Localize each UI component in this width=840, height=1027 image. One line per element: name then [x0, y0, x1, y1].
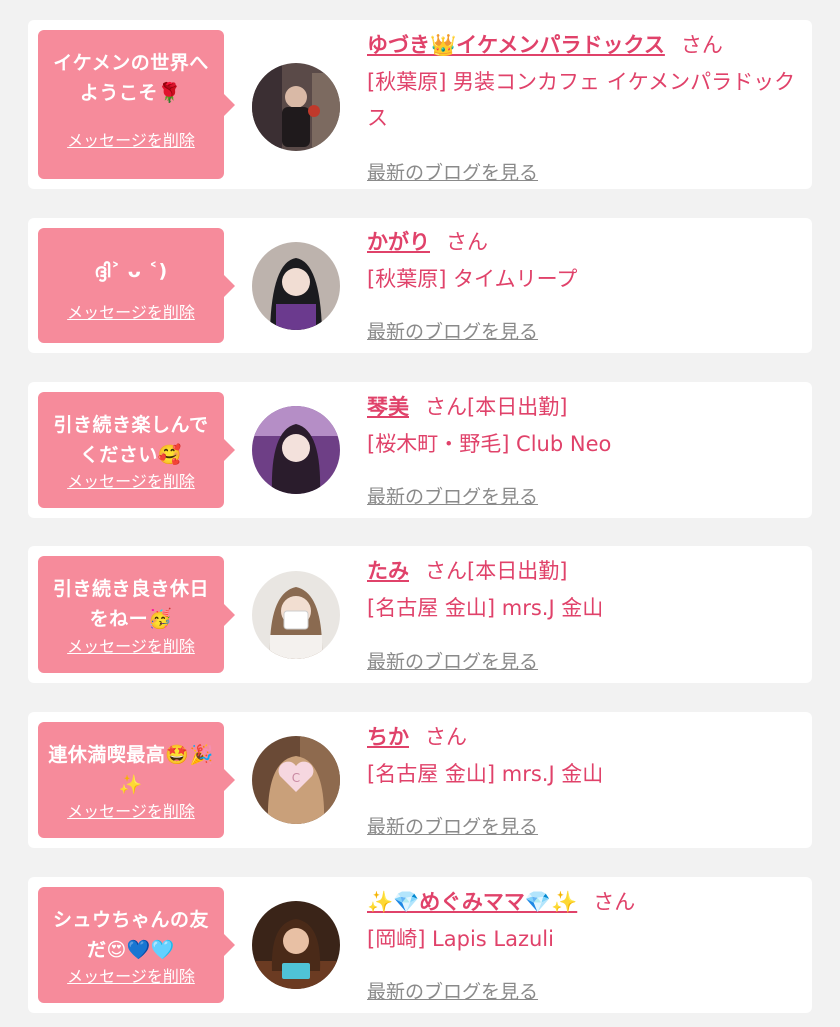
delete-message-link[interactable]: メッセージを削除 — [38, 798, 224, 822]
message-bubble: ദ്ദി˃ ᴗ ˂) メッセージを削除 — [38, 228, 235, 343]
honorific: さん — [425, 559, 467, 583]
message-text: イケメンの世界へようこそ🌹 — [53, 52, 209, 104]
view-blog-link[interactable]: 最新のブログを見る — [367, 647, 538, 674]
list-item: 連休満喫最高🤩🎉✨ メッセージを削除 C ちか さん [名古屋 金山] mrs.J… — [28, 712, 812, 848]
cast-name-link[interactable]: 琴美 — [367, 395, 409, 419]
message-text: 引き続き良き休日をねー🥳 — [52, 578, 209, 630]
message-bubble: 連休満喫最高🤩🎉✨ メッセージを削除 — [38, 722, 235, 838]
message-bubble: イケメンの世界へようこそ🌹 メッセージを削除 — [38, 30, 235, 179]
shop-info: ✨💎めぐみママ💎✨ さん [岡崎] Lapis Lazuli 最新のブログを見る — [367, 885, 802, 1003]
shop-name: [秋葉原] タイムリープ — [367, 267, 578, 291]
avatar[interactable] — [252, 406, 340, 494]
delete-message-link[interactable]: メッセージを削除 — [38, 127, 224, 151]
honorific: さん — [446, 230, 488, 254]
list-item: 引き続き楽しんでください🥰 メッセージを削除 琴美 さん[本日出勤] [桜木町・野… — [28, 382, 812, 518]
view-blog-link[interactable]: 最新のブログを見る — [367, 158, 538, 185]
avatar[interactable] — [252, 242, 340, 330]
view-blog-link[interactable]: 最新のブログを見る — [367, 482, 538, 509]
delete-message-link[interactable]: メッセージを削除 — [38, 299, 224, 323]
profile-photo-icon — [252, 901, 340, 989]
shop-info: かがり さん [秋葉原] タイムリープ 最新のブログを見る — [367, 225, 802, 343]
shop-name: [秋葉原] 男装コンカフェ イケメンパラドックス — [367, 70, 796, 130]
avatar[interactable]: C — [252, 736, 340, 824]
profile-photo-icon — [252, 406, 340, 494]
shop-info: ゆづき👑イケメンパラドックス さん [秋葉原] 男装コンカフェ イケメンパラドック… — [367, 28, 802, 184]
list-item: イケメンの世界へようこそ🌹 メッセージを削除 ゆづき👑イケメンパラドックス さん … — [28, 20, 812, 189]
profile-photo-icon — [252, 242, 340, 330]
delete-message-link[interactable]: メッセージを削除 — [38, 963, 224, 987]
message-bubble: 引き続き楽しんでください🥰 メッセージを削除 — [38, 392, 235, 508]
honorific: さん — [425, 725, 467, 749]
list-item: ദ്ദി˃ ᴗ ˂) メッセージを削除 かがり さん [秋葉原] タイムリープ 最… — [28, 218, 812, 353]
avatar[interactable] — [252, 901, 340, 989]
shop-name: [岡崎] Lapis Lazuli — [367, 927, 554, 951]
cast-name-link[interactable]: ちか — [367, 725, 409, 749]
view-blog-link[interactable]: 最新のブログを見る — [367, 977, 538, 1004]
message-bubble: 引き続き良き休日をねー🥳 メッセージを削除 — [38, 556, 235, 673]
shop-name: [桜木町・野毛] Club Neo — [367, 432, 612, 456]
list-item: シュウちゃんの友だ😍💙🩵 メッセージを削除 ✨💎めぐみママ💎✨ さん [岡崎] L… — [28, 877, 812, 1013]
profile-photo-icon — [252, 63, 340, 151]
message-list: イケメンの世界へようこそ🌹 メッセージを削除 ゆづき👑イケメンパラドックス さん … — [0, 0, 840, 1027]
honorific: さん — [680, 33, 723, 57]
svg-text:C: C — [292, 771, 300, 785]
shop-name: [名古屋 金山] mrs.J 金山 — [367, 762, 604, 786]
cast-name-link[interactable]: たみ — [367, 559, 409, 583]
delete-message-link[interactable]: メッセージを削除 — [38, 633, 224, 657]
message-bubble: シュウちゃんの友だ😍💙🩵 メッセージを削除 — [38, 887, 235, 1003]
attendance-status: [本日出勤] — [467, 395, 568, 419]
shop-info: 琴美 さん[本日出勤] [桜木町・野毛] Club Neo 最新のブログを見る — [367, 390, 802, 508]
attendance-status: [本日出勤] — [467, 559, 568, 583]
shop-info: ちか さん [名古屋 金山] mrs.J 金山 最新のブログを見る — [367, 720, 802, 838]
message-text: ദ്ദി˃ ᴗ ˂) — [94, 260, 168, 282]
view-blog-link[interactable]: 最新のブログを見る — [367, 812, 538, 839]
cast-name-link[interactable]: かがり — [367, 230, 430, 254]
shop-info: たみ さん[本日出勤] [名古屋 金山] mrs.J 金山 最新のブログを見る — [367, 554, 802, 673]
message-text: 引き続き楽しんでください🥰 — [53, 414, 209, 466]
honorific: さん — [593, 890, 636, 914]
message-text: 連休満喫最高🤩🎉✨ — [48, 744, 214, 796]
list-item: 引き続き良き休日をねー🥳 メッセージを削除 たみ さん[本日出勤] [名古屋 金山… — [28, 546, 812, 683]
cast-name-link[interactable]: ゆづき👑イケメンパラドックス — [367, 33, 665, 57]
message-text: シュウちゃんの友だ😍💙🩵 — [52, 909, 209, 961]
avatar[interactable] — [252, 571, 340, 659]
cast-name-link[interactable]: ✨💎めぐみママ💎✨ — [367, 890, 577, 914]
honorific: さん — [425, 395, 467, 419]
view-blog-link[interactable]: 最新のブログを見る — [367, 317, 538, 344]
avatar[interactable] — [252, 63, 340, 151]
delete-message-link[interactable]: メッセージを削除 — [38, 468, 224, 492]
profile-photo-icon — [252, 571, 340, 659]
shop-name: [名古屋 金山] mrs.J 金山 — [367, 596, 604, 620]
profile-photo-icon: C — [252, 736, 340, 824]
